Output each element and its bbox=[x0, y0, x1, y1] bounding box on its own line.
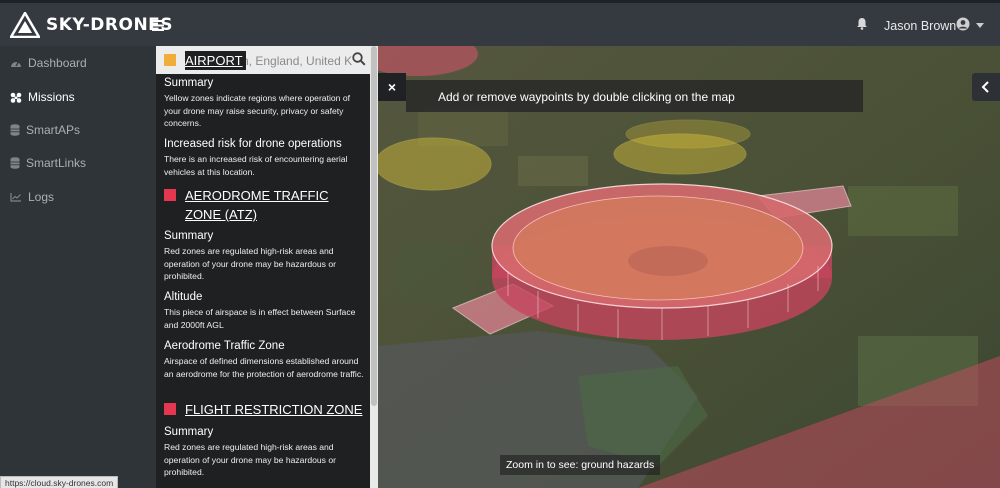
airspace-info-panel: n, England, United Ki AIRPORT Summary Ye… bbox=[156, 46, 370, 488]
block-heading: Summary bbox=[164, 426, 214, 438]
info-block: Increased risk for drone operations Ther… bbox=[164, 138, 364, 178]
panel-scrollbar[interactable] bbox=[370, 46, 378, 488]
logo-triangle-icon bbox=[8, 10, 42, 39]
chart-icon bbox=[10, 193, 21, 202]
block-text: Yellow zones indicate regions where oper… bbox=[164, 93, 350, 128]
caret-down-icon[interactable] bbox=[976, 23, 984, 28]
sidebar-item-smartaps[interactable]: SmartAPs bbox=[10, 123, 80, 137]
satellite-map[interactable] bbox=[378, 46, 1000, 488]
brand-logo[interactable]: SKY-DRONES bbox=[8, 10, 173, 39]
block-text: Airspace of defined dimensions establish… bbox=[164, 356, 364, 379]
database-icon bbox=[10, 157, 20, 169]
map-3d-view[interactable] bbox=[378, 46, 1000, 488]
menu-icon[interactable] bbox=[152, 16, 164, 36]
block-heading: Altitude bbox=[164, 291, 203, 303]
user-name[interactable]: Jason Brown bbox=[884, 19, 956, 33]
sidebar-item-smartlinks[interactable]: SmartLinks bbox=[10, 156, 86, 170]
zone-title-text: FLIGHT RESTRICTION ZONE bbox=[185, 402, 363, 417]
zone-section-airport: AIRPORT bbox=[164, 51, 364, 70]
zoom-hint: Zoom in to see: ground hazards bbox=[500, 455, 661, 475]
sidebar-item-label: Logs bbox=[28, 190, 55, 204]
dashboard-icon bbox=[11, 61, 21, 67]
zone-color-swatch bbox=[164, 54, 176, 66]
missions-icon bbox=[10, 92, 22, 103]
block-heading: Summary bbox=[164, 77, 214, 89]
sidebar-item-label: SmartAPs bbox=[26, 123, 81, 137]
block-text: Red zones are regulated high-risk areas … bbox=[164, 246, 336, 281]
zone-title-text: AERODROME TRAFFIC ZONE (ATZ) bbox=[185, 188, 329, 222]
zone-color-swatch bbox=[164, 403, 176, 415]
sidebar-item-dashboard[interactable]: Dashboard bbox=[10, 56, 87, 70]
zone-title[interactable]: AIRPORT bbox=[164, 51, 364, 70]
info-block: Aerodrome Traffic Zone Airspace of defin… bbox=[164, 340, 364, 380]
status-url: https://cloud.sky-drones.com bbox=[0, 476, 119, 488]
block-heading: Increased risk for drone operations bbox=[164, 138, 342, 150]
block-text: There is an increased risk of encounteri… bbox=[164, 154, 348, 177]
sidebar-item-logs[interactable]: Logs bbox=[10, 190, 54, 204]
sidebar: Dashboard Missions SmartAPs SmartLinks L… bbox=[0, 46, 156, 488]
sidebar-item-label: Dashboard bbox=[28, 56, 87, 70]
zone-title[interactable]: FLIGHT RESTRICTION ZONE bbox=[164, 400, 364, 419]
scrollbar-thumb[interactable] bbox=[371, 46, 377, 406]
info-block: Altitude This piece of airspace is in ef… bbox=[164, 291, 364, 331]
zone-section-frz: FLIGHT RESTRICTION ZONE bbox=[164, 400, 364, 419]
user-circle-icon[interactable] bbox=[956, 17, 970, 36]
sidebar-item-missions[interactable]: Missions bbox=[10, 90, 75, 104]
block-text: This piece of airspace is in effect betw… bbox=[164, 307, 356, 330]
chevron-left-icon bbox=[981, 81, 989, 93]
block-heading: Aerodrome Traffic Zone bbox=[164, 340, 285, 352]
zone-title-text: AIRPORT bbox=[185, 51, 246, 70]
sidebar-item-label: Missions bbox=[28, 90, 75, 104]
info-block: Summary Yellow zones indicate regions wh… bbox=[164, 77, 364, 130]
info-block: Summary Red zones are regulated high-ris… bbox=[164, 230, 364, 283]
sidebar-item-label: SmartLinks bbox=[26, 156, 87, 170]
zone-section-atz: AERODROME TRAFFIC ZONE (ATZ) bbox=[164, 186, 364, 224]
bell-icon[interactable] bbox=[856, 17, 868, 35]
block-text: Red zones are regulated high-risk areas … bbox=[164, 442, 336, 477]
top-navbar: SKY-DRONES Jason Brown bbox=[0, 0, 1000, 46]
collapse-right-button[interactable] bbox=[972, 73, 1000, 101]
info-block: Summary Red zones are regulated high-ris… bbox=[164, 426, 364, 479]
database-icon bbox=[10, 124, 20, 136]
close-panel-button[interactable]: × bbox=[378, 73, 406, 101]
block-heading: Summary bbox=[164, 230, 214, 242]
map-hint-banner: Add or remove waypoints by double clicki… bbox=[406, 80, 863, 112]
zone-color-swatch bbox=[164, 189, 176, 201]
zone-title[interactable]: AERODROME TRAFFIC ZONE (ATZ) bbox=[164, 186, 364, 224]
